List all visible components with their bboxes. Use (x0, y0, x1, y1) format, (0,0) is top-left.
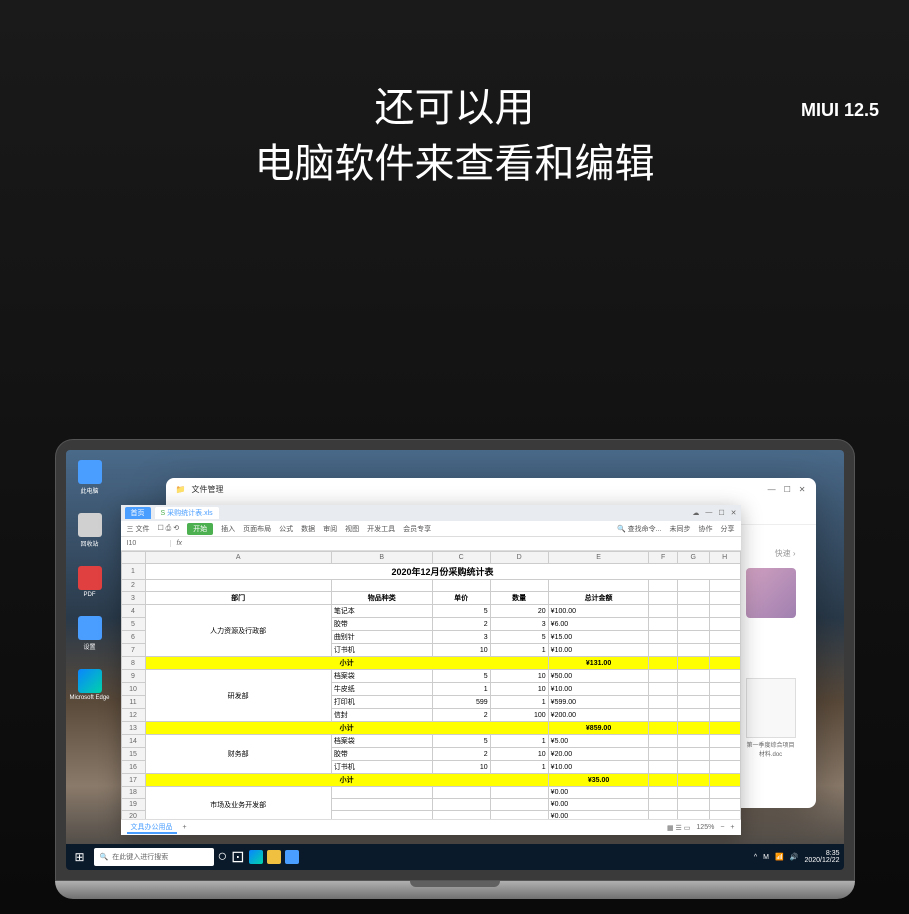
dept-cell[interactable]: 人力资源及行政部 (145, 605, 331, 657)
taskbar-explorer[interactable] (267, 850, 281, 864)
zoom-out[interactable]: − (720, 824, 724, 831)
desktop-icons: 此电脑 回收站 PDF 设置 Microsoft Edge (74, 460, 106, 701)
minimize-button[interactable]: — (768, 485, 776, 494)
collab-button[interactable]: 协作 (699, 524, 713, 534)
col-header[interactable]: G (677, 552, 709, 564)
doc-icon (746, 678, 796, 738)
tray-mi-icon[interactable]: M (763, 854, 769, 861)
subtotal-label[interactable]: 小计 (145, 657, 548, 670)
dept-cell[interactable]: 研发部 (145, 670, 331, 722)
fx-label: fx (171, 540, 188, 547)
tab-home[interactable]: 首页 (125, 507, 151, 519)
col-header[interactable]: F (649, 552, 677, 564)
desktop-screen: 此电脑 回收站 PDF 设置 Microsoft Edge (66, 450, 844, 870)
menu-dev[interactable]: 开发工具 (367, 524, 395, 534)
menu-file[interactable]: 三 文件 (127, 524, 150, 534)
desktop-icon-this-pc[interactable]: 此电脑 (74, 460, 106, 495)
system-tray[interactable]: ^ M 📶 🔊 8:35 2020/12/22 (754, 850, 840, 864)
search-box[interactable]: 🔍 在此键入进行搜索 (94, 848, 214, 866)
subtotal-value[interactable]: ¥131.00 (548, 657, 649, 670)
share-button[interactable]: 分享 (721, 524, 735, 534)
tray-up-icon[interactable]: ^ (754, 854, 757, 861)
col-header[interactable]: A (145, 552, 331, 564)
recycle-icon (78, 513, 102, 537)
laptop-mockup: 此电脑 回收站 PDF 设置 Microsoft Edge (55, 439, 855, 899)
col-header[interactable]: H (709, 552, 740, 564)
computer-icon (78, 460, 102, 484)
subtotal-label[interactable]: 小计 (145, 774, 548, 787)
desktop-icon-edge[interactable]: Microsoft Edge (74, 669, 106, 701)
menu-data[interactable]: 数据 (301, 524, 315, 534)
subtotal-label[interactable]: 小计 (145, 722, 548, 735)
menu-layout[interactable]: 页面布局 (243, 524, 271, 534)
sheet-title[interactable]: 2020年12月份采购统计表 (145, 564, 740, 580)
search-icon: 🔍 (100, 853, 109, 861)
menu-formula[interactable]: 公式 (279, 524, 293, 534)
cloud-icon[interactable]: ☁ (692, 509, 699, 517)
laptop-base (55, 881, 855, 899)
cortana-icon[interactable]: ○ (218, 848, 228, 866)
start-button[interactable]: ⊞ (70, 847, 90, 867)
spreadsheet-grid[interactable]: ABCDEFGH12020年12月份采购统计表23部门物品种类单价数量总计金额4… (121, 551, 741, 819)
miui-logo: MIUI 12.5 (801, 100, 879, 121)
view-icons[interactable]: ▦ ☰ ▭ (667, 824, 690, 832)
headline-l2: 电脑软件来查看和编辑 (0, 136, 909, 192)
folder-icon: 📁 (176, 485, 186, 494)
zoom-level[interactable]: 125% (696, 824, 714, 831)
spreadsheet-window[interactable]: 首页 S 采购统计表.xls ☁ — ☐ ✕ 三 文件 ☐ ⎙ ⟲ 开始 插 (121, 505, 741, 835)
sheet-tab[interactable]: 文具办公用品 (127, 822, 177, 834)
subtotal-value[interactable]: ¥859.00 (548, 722, 649, 735)
headline-l1: 还可以用 (0, 80, 909, 136)
menu-start[interactable]: 开始 (187, 523, 213, 535)
clock-date: 2020/12/22 (804, 857, 839, 864)
minimize-button[interactable]: — (705, 509, 712, 517)
search-cmd[interactable]: 🔍 查找命令... (617, 524, 662, 534)
taskbar-app[interactable] (285, 850, 299, 864)
status-bar: 文具办公用品 + ▦ ☰ ▭ 125% − + (121, 819, 741, 835)
settings-icon (78, 616, 102, 640)
row-header[interactable]: 1 (121, 564, 145, 580)
menu-review[interactable]: 审阅 (323, 524, 337, 534)
tab-file[interactable]: S 采购统计表.xls (155, 507, 219, 519)
image-thumbnail[interactable] (746, 568, 796, 618)
zoom-in[interactable]: + (730, 824, 734, 831)
desktop-icon-pdf[interactable]: PDF (74, 566, 106, 598)
clock-time: 8:35 (804, 850, 839, 857)
tray-vol-icon[interactable]: 🔊 (790, 853, 799, 861)
col-header[interactable]: B (331, 552, 432, 564)
formula-bar: I10 fx (121, 537, 741, 551)
desktop-icon-recycle[interactable]: 回收站 (74, 513, 106, 548)
col-header[interactable]: C (432, 552, 490, 564)
taskbar-edge[interactable] (249, 850, 263, 864)
taskbar: ⊞ 🔍 在此键入进行搜索 ○ ⊡ ^ M 📶 🔊 8:35 (66, 844, 844, 870)
dept-cell[interactable]: 市场及业务开发部 (145, 787, 331, 820)
dept-cell[interactable]: 财务部 (145, 735, 331, 774)
menu-member[interactable]: 会员专享 (403, 524, 431, 534)
sync-status[interactable]: 未同步 (670, 524, 691, 534)
pdf-icon (78, 566, 102, 590)
close-button[interactable]: ✕ (731, 509, 737, 517)
cell-reference[interactable]: I10 (121, 540, 171, 547)
add-sheet[interactable]: + (183, 824, 187, 831)
file-manager-titlebar[interactable]: 📁 文件管理 — ☐ ✕ (166, 478, 816, 501)
menu-insert[interactable]: 插入 (221, 524, 235, 534)
maximize-button[interactable]: ☐ (784, 485, 791, 494)
spreadsheet-menu: 三 文件 ☐ ⎙ ⟲ 开始 插入 页面布局 公式 数据 审阅 视图 开发工具 会… (121, 521, 741, 537)
desktop-icon-settings[interactable]: 设置 (74, 616, 106, 651)
tray-net-icon[interactable]: 📶 (775, 853, 784, 861)
col-header[interactable]: E (548, 552, 649, 564)
doc-thumbnail[interactable]: 第一季度综合项目材料.doc (746, 678, 796, 758)
headline: 还可以用 电脑软件来查看和编辑 (0, 80, 909, 192)
window-title: 文件管理 (191, 484, 223, 495)
edge-icon (78, 669, 102, 693)
maximize-button[interactable]: ☐ (718, 509, 724, 517)
subtotal-value[interactable]: ¥35.00 (548, 774, 649, 787)
col-header[interactable]: D (490, 552, 548, 564)
menu-view[interactable]: 视图 (345, 524, 359, 534)
taskview-icon[interactable]: ⊡ (231, 847, 244, 867)
close-button[interactable]: ✕ (799, 485, 806, 494)
toolbar-icons[interactable]: ☐ ⎙ ⟲ (157, 524, 179, 533)
spreadsheet-tabs: 首页 S 采购统计表.xls ☁ — ☐ ✕ (121, 505, 741, 521)
sidebar-label: 快速 › (775, 548, 796, 559)
